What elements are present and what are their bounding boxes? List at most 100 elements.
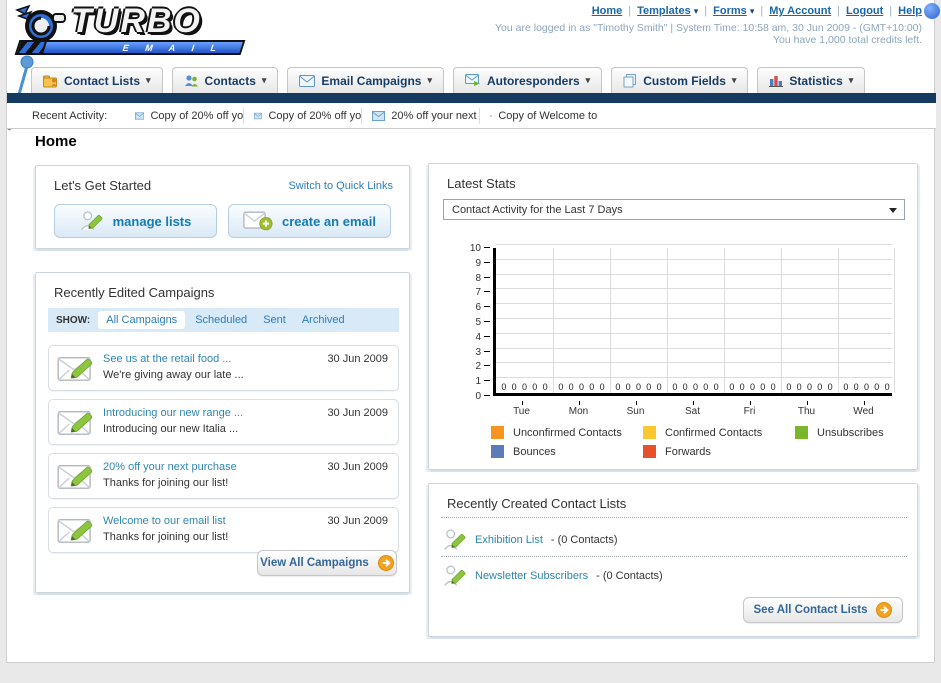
legend-swatch-icon: [643, 426, 656, 439]
campaign-title-link[interactable]: 20% off your next purchase: [103, 461, 237, 473]
filter-all-campaigns[interactable]: All Campaigns: [98, 311, 186, 329]
chart-value-label: 0: [589, 381, 595, 392]
tab-contacts[interactable]: Contacts ▾: [171, 67, 279, 93]
legend-label: Confirmed Contacts: [665, 426, 763, 439]
y-tick: [484, 321, 490, 322]
chart-gridline: [496, 303, 892, 305]
chart-gridline: [496, 347, 892, 349]
top-link-forms[interactable]: Forms: [713, 5, 747, 17]
get-started-panel: Let's Get Started Switch to Quick Links …: [35, 165, 410, 249]
chevron-down-icon: ▾: [146, 75, 151, 85]
autoresponders-icon: [464, 74, 480, 86]
chart-value-label: 0: [682, 381, 688, 392]
envelope-pencil-icon: [57, 410, 93, 435]
activity-item-label: Copy of Welcome to: [498, 109, 598, 122]
recent-activity-item[interactable]: 20% off your next: [361, 107, 479, 124]
legend-swatch-icon: [491, 445, 504, 458]
help-badge-icon[interactable]: [924, 3, 940, 19]
contact-list-link[interactable]: Exhibition List: [475, 534, 543, 546]
chart-value-label: 0: [501, 381, 507, 392]
campaign-title-link[interactable]: Welcome to our email list: [103, 515, 226, 527]
chevron-down-icon: ▾: [427, 75, 432, 85]
campaign-title-link[interactable]: See us at the retail food ...: [103, 353, 231, 365]
create-email-button[interactable]: create an email: [228, 204, 391, 238]
envelope-pencil-icon: [57, 464, 93, 489]
nav-divider-bar: [7, 93, 936, 103]
chart-gridline: [496, 273, 892, 275]
chart-gridline: [610, 248, 611, 393]
y-tick-label: 7: [475, 287, 481, 299]
see-all-contact-lists-button[interactable]: See All Contact Lists: [743, 597, 903, 623]
page: TURBO E M A I L Home | Templates ▾ | Forms ▾…: [0, 0, 941, 683]
chevron-down-icon: ▾: [693, 6, 699, 16]
y-tick-label: 4: [475, 331, 481, 343]
top-link-my-account[interactable]: My Account: [769, 5, 831, 17]
recent-activity-item[interactable]: Copy of Welcome to: [479, 107, 598, 124]
contact-list-row[interactable]: Newsletter Subscribers - (0 Contacts): [443, 562, 663, 590]
separator: |: [704, 5, 708, 17]
contact-list-link[interactable]: Newsletter Subscribers: [475, 570, 588, 582]
switch-to-quick-links[interactable]: Switch to Quick Links: [288, 180, 393, 192]
top-link-logout[interactable]: Logout: [846, 5, 883, 17]
stats-range-value: Contact Activity for the Last 7 Days: [452, 203, 623, 216]
tab-custom-fields[interactable]: Custom Fields ▾: [611, 67, 749, 93]
top-link-templates[interactable]: Templates: [637, 5, 691, 17]
campaign-subtitle: Introducing our new Italia ...: [103, 423, 239, 435]
y-tick: [484, 247, 490, 248]
manage-lists-button[interactable]: manage lists: [54, 204, 217, 238]
chevron-down-icon: [889, 208, 897, 213]
filter-archived[interactable]: Archived: [302, 314, 345, 326]
campaign-row[interactable]: Introducing our new range ... Introducin…: [48, 399, 399, 445]
activity-item-label: Copy of 20% off yo: [150, 109, 244, 122]
campaign-row[interactable]: See us at the retail food ... We're givi…: [48, 345, 399, 391]
logo-subtitle: E M A I L: [121, 42, 225, 53]
x-tick: [578, 401, 580, 405]
chart-value-group: 00000: [553, 381, 610, 392]
chart-value-group: 00000: [781, 381, 838, 392]
legend-swatch-icon: [643, 445, 656, 458]
chart-value-label: 0: [729, 381, 735, 392]
chevron-down-icon: ▾: [585, 75, 591, 85]
tab-autoresponders[interactable]: Autoresponders ▾: [452, 67, 603, 93]
recent-activity-item[interactable]: Copy of 20% off yo: [125, 108, 243, 124]
chart-gridline: [496, 244, 892, 245]
latest-stats-title: Latest Stats: [447, 176, 516, 191]
tab-statistics[interactable]: Statistics ▾: [757, 67, 866, 93]
envelope-icon: [135, 111, 145, 120]
app-logo[interactable]: TURBO E M A I L: [14, 4, 255, 62]
view-all-campaigns-button[interactable]: View All Campaigns: [257, 550, 397, 576]
top-link-home[interactable]: Home: [592, 5, 623, 17]
filter-sent[interactable]: Sent: [263, 314, 286, 326]
y-tick-label: 3: [475, 346, 481, 358]
login-status-text: You are logged in as "Timothy Smith" | S…: [495, 22, 922, 34]
x-tick-label: Sun: [626, 406, 645, 417]
y-tick: [484, 350, 490, 352]
contact-list-row[interactable]: Exhibition List - (0 Contacts): [443, 526, 618, 554]
chart-gridline: [496, 318, 892, 319]
tab-email-campaigns[interactable]: Email Campaigns ▾: [287, 67, 444, 93]
chart-gridline: [894, 248, 895, 393]
chart-value-label: 0: [625, 381, 631, 392]
x-tick-label: Thu: [797, 406, 816, 417]
chart-gridline: [781, 248, 782, 393]
top-link-help[interactable]: Help: [898, 5, 922, 17]
recent-activity-item[interactable]: Copy of 20% off yo: [243, 107, 362, 124]
campaign-row[interactable]: Welcome to our email list Thanks for joi…: [48, 507, 399, 553]
stats-range-select[interactable]: Contact Activity for the Last 7 Days: [443, 199, 905, 220]
activity-item-label: Copy of 20% off yo: [268, 109, 362, 122]
latest-stats-panel: Latest Stats Contact Activity for the La…: [428, 163, 918, 470]
chart-value-label: 0: [646, 381, 652, 392]
chart-value-label: 0: [739, 381, 745, 392]
campaign-title-link[interactable]: Introducing our new range ...: [103, 407, 243, 419]
filter-scheduled[interactable]: Scheduled: [195, 314, 247, 326]
x-tick-label: Tue: [513, 406, 530, 417]
tab-contact-lists[interactable]: Contact Lists ▾: [31, 67, 163, 93]
envelope-icon: [490, 114, 493, 117]
tab-label: Autoresponders: [486, 73, 580, 88]
chart-y-axis: 0 1 2 3 4 5 6 7 8 9 10: [455, 243, 490, 402]
chart-value-label: 0: [884, 381, 890, 392]
manage-lists-label: manage lists: [112, 213, 192, 229]
campaign-row[interactable]: 20% off your next purchase Thanks for jo…: [48, 453, 399, 499]
x-tick-label: Wed: [853, 406, 874, 417]
x-tick: [863, 401, 865, 405]
